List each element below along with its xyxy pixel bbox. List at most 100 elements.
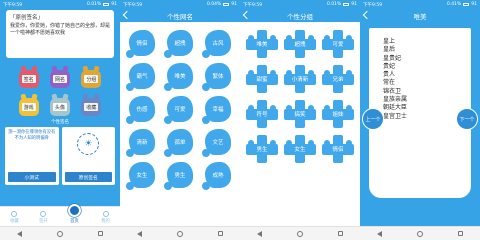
nickname-screen: 下午9:59 0.04% 91 个性网名 情侣 超拽 古风 霸气 唯美 繁体 伤感 可爱 幸福清… xyxy=(120,0,240,240)
status-speed: 0.01% xyxy=(86,2,102,7)
system-nav-bar xyxy=(120,226,240,240)
nickname-category[interactable]: 幸福 xyxy=(202,96,234,124)
list-item[interactable]: 锦衣卫 xyxy=(383,88,471,96)
star-icon xyxy=(11,211,18,217)
group-category[interactable]: 超拽 xyxy=(284,30,316,58)
nickname-category[interactable]: 成熟 xyxy=(202,162,234,190)
group-category[interactable]: 符号 xyxy=(246,100,278,128)
category-mascot[interactable]: 收藏 xyxy=(79,92,104,116)
category-mascot[interactable]: 头像 xyxy=(47,92,72,116)
screenshot-strip: 下午9:59 0.01% 91 「原创签名」 我爱你，你爱她，你错了她自己的全部… xyxy=(0,0,480,240)
category-label: 甜蜜 xyxy=(256,77,268,83)
nickname-category[interactable]: 繁体 xyxy=(202,63,234,91)
nickname-category[interactable]: 古风 xyxy=(202,30,234,58)
tab-label: 收藏 xyxy=(10,219,19,224)
featured-signature-card[interactable]: 「原创签名」 我爱你，你爱她，你错了她自己的全部，却是一个啦神都不愿她喜欢我 xyxy=(6,10,114,58)
group-category[interactable]: 情侣 xyxy=(322,135,354,163)
nickname-category[interactable]: 文艺 xyxy=(202,129,234,157)
back-arrow-icon[interactable] xyxy=(122,10,132,20)
back-arrow-icon[interactable] xyxy=(242,10,252,20)
nickname-category[interactable]: 伤感 xyxy=(126,96,158,124)
nav-home-icon[interactable] xyxy=(296,230,303,237)
group-category[interactable]: 男生 xyxy=(246,135,278,163)
nav-recent-icon[interactable] xyxy=(457,231,463,236)
system-nav-bar xyxy=(0,226,120,240)
nav-back-icon[interactable] xyxy=(257,230,263,237)
battery-level: 91 xyxy=(351,2,357,7)
user-icon xyxy=(102,211,109,217)
nickname-category[interactable]: 清新 xyxy=(126,129,158,157)
back-arrow-icon[interactable] xyxy=(362,10,372,20)
group-category[interactable]: 甜蜜 xyxy=(246,65,278,93)
bottom-tab-bar: 收藏 签开 首页 我的 xyxy=(0,204,120,226)
list-item[interactable]: 贵人 xyxy=(383,71,471,79)
list-item[interactable]: 贵妃 xyxy=(383,63,471,71)
list-item[interactable]: 皇后 xyxy=(383,46,471,54)
category-mascot[interactable]: 网名 xyxy=(47,64,72,88)
page-title: 个性分组 xyxy=(287,12,313,21)
next-button[interactable]: 下一个 xyxy=(456,108,478,130)
category-mascot[interactable]: 游戏 xyxy=(16,92,41,116)
nickname-category[interactable]: 男生 xyxy=(164,162,196,190)
status-speed: 0.41% xyxy=(446,2,462,7)
original-signature-promo-card[interactable]: ☀ 原创签名 xyxy=(61,127,115,185)
previous-button[interactable]: 上一个 xyxy=(362,108,384,130)
nickname-category[interactable]: 霸气 xyxy=(126,63,158,91)
nav-back-icon[interactable] xyxy=(137,230,143,237)
system-nav-bar xyxy=(360,226,480,240)
category-label: 成熟 xyxy=(212,173,224,179)
nickname-category[interactable]: 超拽 xyxy=(164,30,196,58)
category-label: 伤感 xyxy=(136,107,148,113)
quiz-button[interactable]: 小测试 xyxy=(8,172,56,182)
category-label: 超拽 xyxy=(174,41,186,47)
nav-recent-icon[interactable] xyxy=(97,231,103,236)
group-category[interactable]: 搞笑 xyxy=(284,100,316,128)
nickname-category[interactable]: 可爱 xyxy=(164,96,196,124)
nav-recent-icon[interactable] xyxy=(337,231,343,236)
nav-recent-icon[interactable] xyxy=(217,231,223,236)
group-category[interactable]: 小清新 xyxy=(284,65,316,93)
list-item[interactable]: 常在 xyxy=(383,79,471,87)
nickname-category[interactable]: 女生 xyxy=(126,162,158,190)
nav-home-icon[interactable] xyxy=(56,230,63,237)
status-bar: 下午9:59 0.01% 91 xyxy=(240,0,360,9)
status-time: 下午9:59 xyxy=(243,2,263,8)
nav-back-icon[interactable] xyxy=(17,230,23,237)
category-label: 签名 xyxy=(21,75,36,83)
nickname-category[interactable]: 唯美 xyxy=(164,63,196,91)
battery-icon xyxy=(103,3,110,6)
nickname-category[interactable]: 情侣 xyxy=(126,30,158,58)
category-label: 男生 xyxy=(256,147,268,153)
tab-favorites[interactable]: 收藏 xyxy=(10,211,19,224)
category-mascot[interactable]: 签名 xyxy=(16,64,41,88)
tab-open[interactable]: 签开 xyxy=(39,211,48,224)
tab-label: 我的 xyxy=(101,219,110,224)
group-category[interactable]: 兄弟 xyxy=(322,65,354,93)
nav-back-icon[interactable] xyxy=(377,230,383,237)
category-label: 网名 xyxy=(52,75,67,83)
mascot-icon: 头像 xyxy=(49,98,70,116)
list-item[interactable]: 皇贵妃 xyxy=(383,55,471,63)
nickname-category[interactable]: 孤单 xyxy=(164,129,196,157)
tab-home[interactable]: 首页 xyxy=(67,204,81,224)
grid-icon xyxy=(40,211,47,217)
group-category[interactable]: 可爱 xyxy=(322,30,354,58)
battery-level: 91 xyxy=(111,2,117,7)
group-category[interactable]: 姐妹 xyxy=(322,100,354,128)
nav-home-icon[interactable] xyxy=(176,230,183,237)
mascot-icon: 签名 xyxy=(18,70,39,88)
section-label: 个性签名 xyxy=(51,120,69,125)
tab-profile[interactable]: 我的 xyxy=(101,211,110,224)
category-mascot[interactable]: 分组 xyxy=(79,64,104,88)
system-nav-bar xyxy=(240,226,360,240)
category-label: 幸福 xyxy=(212,107,224,113)
list-item[interactable]: 皇上 xyxy=(383,38,471,46)
nav-home-icon[interactable] xyxy=(416,230,423,237)
original-signature-button[interactable]: 原创签名 xyxy=(64,172,112,182)
category-label: 霸气 xyxy=(136,74,148,80)
group-grid: 唯美 超拽 可爱甜蜜 小清新 兄弟符号 搞笑 姐妹男生 女生 情侣 xyxy=(246,30,354,163)
group-category[interactable]: 唯美 xyxy=(246,30,278,58)
mascot-icon: 收藏 xyxy=(81,98,102,116)
group-category[interactable]: 女生 xyxy=(284,135,316,163)
quiz-promo-card[interactable]: 测一测你在哪领你有没有不为人知的明偏骨 小测试 xyxy=(5,127,59,185)
